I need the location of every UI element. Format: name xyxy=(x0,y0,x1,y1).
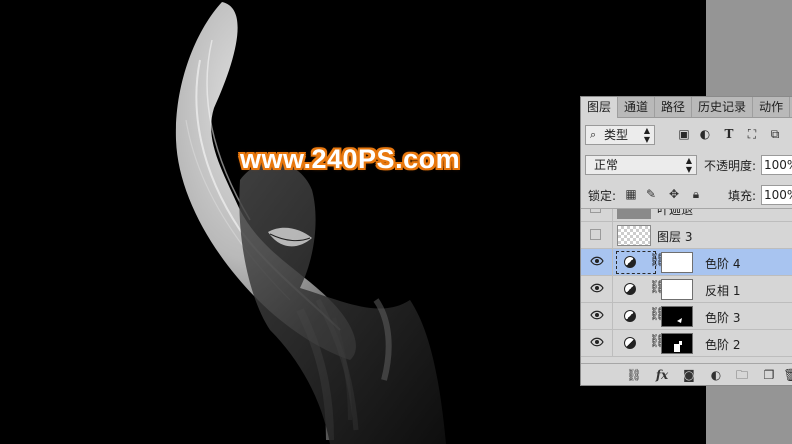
opacity-label: 不透明度: xyxy=(704,159,757,173)
tab-history[interactable]: 历史记录 xyxy=(692,97,754,117)
fill-label: 填充: xyxy=(728,189,757,203)
visibility-cell[interactable] xyxy=(581,303,613,329)
visibility-toggle-empty[interactable] xyxy=(590,229,601,240)
layer-mask-thumbnail[interactable] xyxy=(661,279,693,300)
updown-arrows-icon: ▲ ▼ xyxy=(643,126,650,144)
adjustment-filter-icon[interactable]: ◐ xyxy=(698,127,712,141)
layer-row[interactable]: ⛓ 色阶 3 xyxy=(581,303,792,330)
layer-name: 图层 3 xyxy=(657,230,693,244)
layer-name: 色阶 4 xyxy=(705,257,741,271)
new-group-folder-icon[interactable]: 🗀︎ xyxy=(734,368,750,382)
filter-kind-select[interactable]: ⌕ 类型 ▲ ▼ xyxy=(585,125,655,145)
eye-icon[interactable] xyxy=(590,310,604,320)
tab-actions[interactable]: 动作 xyxy=(753,97,791,117)
filter-kind-label: 类型 xyxy=(604,128,629,142)
levels-adjustment-icon[interactable] xyxy=(624,310,636,322)
visibility-cell[interactable] xyxy=(581,330,613,356)
lock-image-brush-icon[interactable]: ✎ xyxy=(644,187,658,201)
link-layers-icon[interactable]: ⛓ xyxy=(626,368,642,382)
visibility-cell[interactable] xyxy=(581,222,613,248)
blend-row: 正常 ▲▼ 不透明度: 100% xyxy=(581,155,792,179)
layer-row[interactable]: ⛓ 反相 1 xyxy=(581,276,792,303)
lock-row: 锁定: ▦ ✎ ✥ 🔒︎ 填充: 100% xyxy=(581,185,792,209)
eye-icon[interactable] xyxy=(590,256,604,266)
layer-name: 色阶 2 xyxy=(705,338,741,352)
tab-paths[interactable]: 路径 xyxy=(655,97,693,117)
lock-label: 锁定: xyxy=(588,189,617,203)
panel-tab-bar: 图层 通道 路径 历史记录 动作 xyxy=(581,97,792,118)
layer-thumbnail xyxy=(617,209,651,219)
tab-layers[interactable]: 图层 xyxy=(581,97,619,118)
mask-spot xyxy=(674,341,682,352)
mask-spot xyxy=(677,318,682,323)
layer-mask-thumbnail[interactable] xyxy=(661,306,693,327)
blend-mode-value: 正常 xyxy=(594,158,619,172)
layer-row[interactable]: 图层 3 xyxy=(581,222,792,249)
visibility-cell[interactable] xyxy=(581,209,613,221)
delete-layer-trash-icon[interactable]: 🗑︎ xyxy=(783,368,792,382)
type-filter-icon[interactable]: T xyxy=(722,127,736,141)
smart-object-filter-icon[interactable]: ⧉ xyxy=(768,127,782,141)
lock-position-move-icon[interactable]: ✥ xyxy=(667,187,681,201)
layer-mask-thumbnail[interactable] xyxy=(661,252,693,273)
add-mask-icon[interactable]: ◙ xyxy=(681,368,697,382)
levels-adjustment-icon[interactable] xyxy=(624,256,636,268)
fx-icon[interactable]: fx xyxy=(654,368,670,382)
layer-row[interactable]: ⛓ 色阶 2 xyxy=(581,330,792,357)
layer-row-selected[interactable]: ⛓ 色阶 4 xyxy=(581,249,792,276)
visibility-toggle-empty[interactable] xyxy=(590,209,601,213)
lock-all-padlock-icon[interactable]: 🔒︎ xyxy=(689,187,703,201)
layers-panel: 图层 通道 路径 历史记录 动作 ⌕ 类型 ▲ ▼ ▣ ◐ T ⛶ ⧉ 正常 ▲ ▼… xyxy=(580,96,792,386)
search-icon: ⌕ xyxy=(590,128,597,141)
opacity-field[interactable]: 100% xyxy=(761,155,792,175)
layer-name: 色阶 3 xyxy=(705,311,741,325)
eye-icon[interactable] xyxy=(590,337,604,347)
layer-name: 叶迦退 xyxy=(657,208,694,217)
transparent-layer-thumbnail xyxy=(617,225,651,246)
levels-adjustment-icon[interactable] xyxy=(624,337,636,349)
visibility-cell[interactable] xyxy=(581,249,613,275)
layer-list: 叶迦退 图层 3 ⛓ 色阶 4 ⛓ 反相 1 ⛓ 色阶 3 ⛓ 色阶 2 xyxy=(581,208,792,364)
layer-row[interactable]: 叶迦退 xyxy=(581,208,792,222)
layer-mask-thumbnail[interactable] xyxy=(661,333,693,354)
new-layer-icon[interactable]: ❐ xyxy=(761,368,777,382)
new-adjustment-icon[interactable]: ◐ xyxy=(708,368,724,382)
lock-transparency-icon[interactable]: ▦ xyxy=(624,187,638,201)
tab-channels[interactable]: 通道 xyxy=(618,97,656,117)
invert-adjustment-icon[interactable] xyxy=(624,283,636,295)
shape-filter-icon[interactable]: ⛶ xyxy=(745,127,759,141)
eye-icon[interactable] xyxy=(590,283,604,293)
updown-arrows-icon: ▲ ▼ xyxy=(685,156,692,174)
layer-filter-row: ⌕ 类型 ▲ ▼ ▣ ◐ T ⛶ ⧉ xyxy=(581,125,792,149)
layer-name: 反相 1 xyxy=(705,284,741,298)
fill-field[interactable]: 100% xyxy=(761,185,792,205)
watermark-text: www.240PS.com xyxy=(240,144,461,174)
layers-panel-footer: ⛓ fx ◙ ◐ 🗀︎ ❐ 🗑︎ xyxy=(581,363,792,385)
visibility-cell[interactable] xyxy=(581,276,613,302)
blend-mode-select[interactable]: 正常 ▲ ▼ xyxy=(585,155,697,175)
image-filter-icon[interactable]: ▣ xyxy=(677,127,691,141)
